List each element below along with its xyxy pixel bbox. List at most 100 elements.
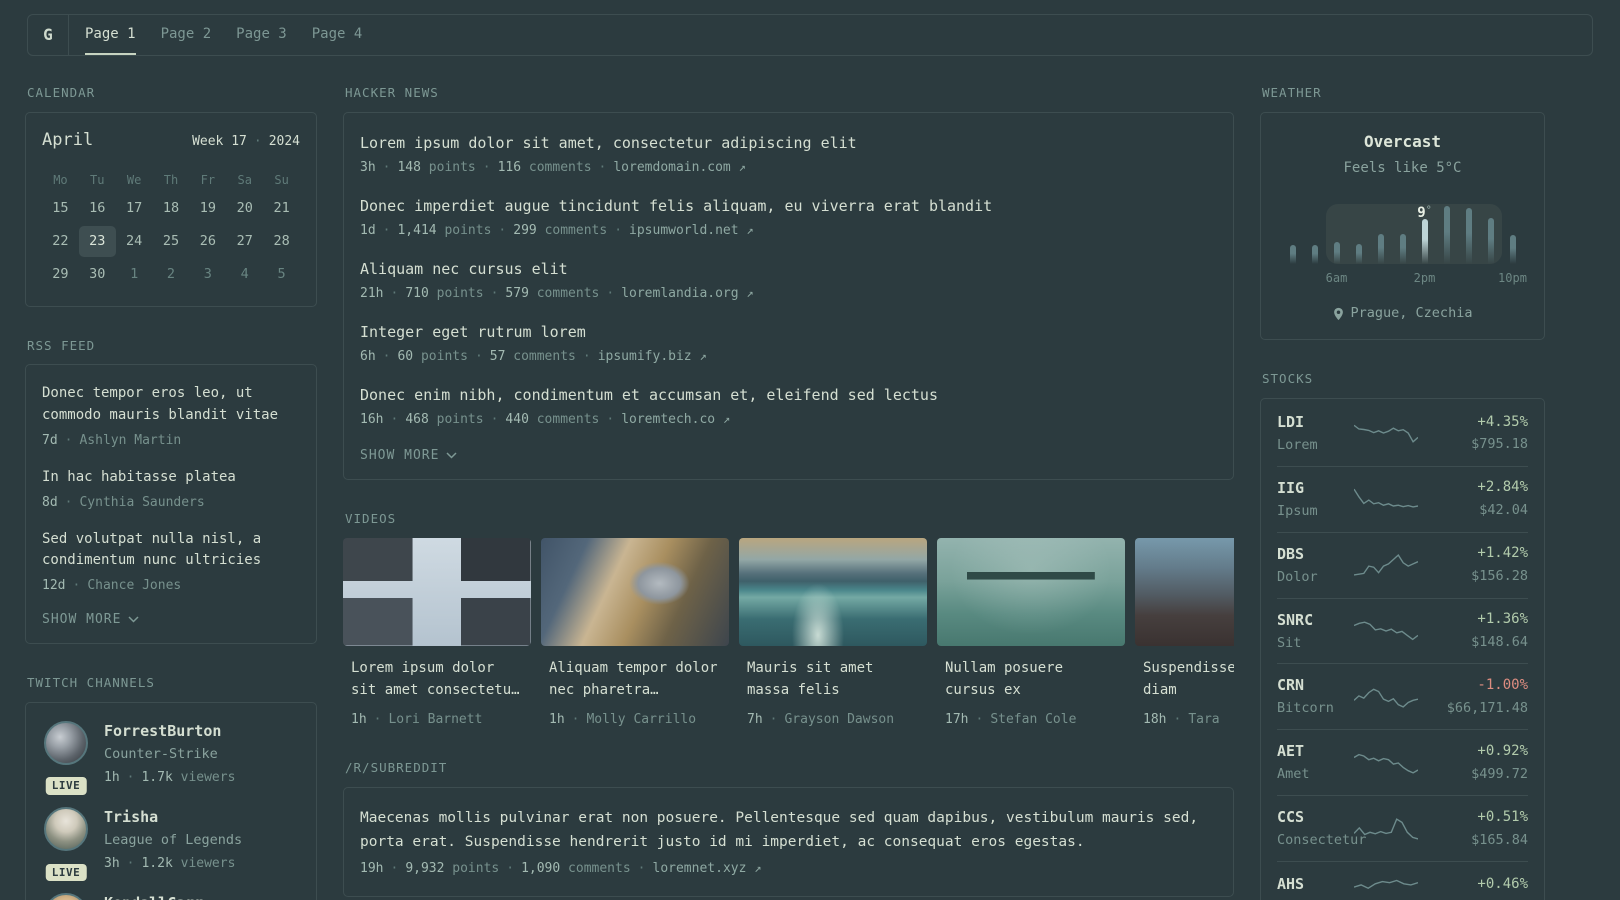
stock-values: +0.46%: [1434, 875, 1528, 898]
twitch-avatar-wrap: LIVE: [42, 892, 90, 900]
hn-domain-link[interactable]: loremdomain.com ↗: [613, 160, 745, 175]
stock-ticker: AHS: [1277, 875, 1305, 894]
calendar-day[interactable]: 18: [153, 193, 190, 224]
page-tab[interactable]: Page 4: [312, 15, 363, 55]
hn-story-link[interactable]: Aliquam nec cursus elit: [360, 259, 1217, 280]
rss-item-author: Chance Jones: [87, 578, 182, 594]
calendar-day[interactable]: 19: [189, 193, 226, 224]
hn-domain-link[interactable]: loremlandia.org ↗: [621, 286, 753, 301]
video-title[interactable]: Aliquam tempor dolor nec pharetra…: [541, 658, 729, 702]
live-badge: LIVE: [45, 777, 87, 795]
twitch-game[interactable]: League of Legends: [104, 831, 242, 850]
calendar-day[interactable]: 2: [153, 259, 190, 290]
calendar-day[interactable]: 4: [226, 259, 263, 290]
hn-domain: loremtech.co: [621, 412, 716, 428]
twitch-list: LIVE ForrestBurton Counter-Strike 1h · 1.7…: [42, 720, 300, 900]
page-tab[interactable]: Page 3: [236, 15, 287, 55]
stock-values: +4.35% $795.18: [1434, 413, 1528, 454]
calendar-day[interactable]: 30: [79, 259, 116, 290]
rss-item-title[interactable]: Donec tempor eros leo, ut commodo mauris…: [42, 383, 300, 426]
hn-domain-link[interactable]: ipsumworld.net ↗: [629, 223, 754, 238]
hn-story-link[interactable]: Integer eget rutrum lorem: [360, 322, 1217, 343]
page-tab[interactable]: Page 2: [161, 15, 212, 55]
stock-row[interactable]: CCS Consectetur +0.51% $165.84: [1277, 795, 1528, 861]
twitch-info: KendallCarr · viewers: [104, 893, 203, 900]
calendar-day[interactable]: 21: [263, 193, 300, 224]
hn-domain: ipsumworld.net: [629, 222, 739, 238]
stock-row[interactable]: LDI Lorem +4.35% $795.18: [1277, 401, 1528, 466]
calendar-day[interactable]: 28: [263, 226, 300, 257]
weather-location-row[interactable]: Prague, Czechia: [1281, 304, 1524, 323]
twitch-channel[interactable]: LIVE Trisha League of Legends 3h · 1.2k vi…: [42, 806, 300, 881]
subreddit-post-link[interactable]: Maecenas mollis pulvinar erat non posuer…: [360, 806, 1217, 855]
calendar-day[interactable]: 29: [42, 259, 79, 290]
twitch-channel[interactable]: LIVE KendallCarr · viewers: [42, 892, 300, 900]
twitch-channel[interactable]: LIVE ForrestBurton Counter-Strike 1h · 1.7…: [42, 720, 300, 795]
calendar-day[interactable]: 1: [116, 259, 153, 290]
page-tab[interactable]: Page 1: [85, 15, 136, 55]
stock-name: Amet: [1277, 766, 1310, 783]
stock-row[interactable]: IIG Ipsum +2.84% $42.04: [1277, 465, 1528, 532]
hn-story-link[interactable]: Donec imperdiet augue tincidunt felis al…: [360, 196, 1217, 217]
video-thumbnail[interactable]: [739, 537, 927, 646]
calendar-day[interactable]: 17: [116, 193, 153, 224]
app-logo[interactable]: G: [28, 15, 68, 55]
post-age: 19h: [360, 860, 384, 876]
calendar-day[interactable]: 26: [189, 226, 226, 257]
video-card[interactable]: Suspendisse diam 18h · Tara: [1135, 537, 1234, 729]
hn-domain-link[interactable]: ipsumify.biz ↗: [598, 349, 707, 364]
twitch-channel-name[interactable]: Trisha: [104, 807, 242, 828]
calendar-day[interactable]: 15: [42, 193, 79, 224]
stock-ticker: CRN: [1277, 676, 1305, 695]
video-title[interactable]: Lorem ipsum dolor sit amet consectetu…: [343, 658, 531, 702]
video-thumbnail[interactable]: [343, 537, 531, 646]
calendar-day[interactable]: 22: [42, 226, 79, 257]
video-title[interactable]: Suspendisse diam: [1135, 658, 1234, 702]
stock-row[interactable]: CRN Bitcorn -1.00% $66,171.48: [1277, 663, 1528, 729]
twitch-channel-name[interactable]: ForrestBurton: [104, 721, 235, 742]
rss-item-title[interactable]: In hac habitasse platea: [42, 467, 300, 489]
calendar-days: 15 16 17 18 19 20 21 22 23 24 25 26 27 28 29 30 1 2 3 4 5: [42, 193, 300, 290]
post-domain-link[interactable]: loremnet.xyz ↗: [653, 861, 762, 876]
separator-dot: ·: [637, 860, 646, 876]
calendar-day[interactable]: 23: [78, 225, 116, 257]
calendar-day[interactable]: 24: [116, 226, 153, 257]
separator-dot: ·: [571, 711, 580, 727]
stock-row[interactable]: AET Amet +0.92% $499.72: [1277, 729, 1528, 795]
stock-price: $795.18: [1471, 436, 1528, 453]
video-thumbnail[interactable]: [541, 537, 729, 646]
video-thumbnail[interactable]: [1135, 537, 1234, 646]
live-badge: LIVE: [45, 863, 87, 881]
video-card[interactable]: Nullam posuere cursus ex 17h · Stefan Cole: [937, 537, 1125, 729]
stock-row[interactable]: SNRC Sit +1.36% $148.64: [1277, 597, 1528, 664]
video-thumbnail[interactable]: [937, 537, 1125, 646]
video-card[interactable]: Lorem ipsum dolor sit amet consectetu… 1…: [343, 537, 531, 729]
twitch-game[interactable]: Counter-Strike: [104, 745, 235, 764]
video-card[interactable]: Aliquam tempor dolor nec pharetra… 1h · Mo…: [541, 537, 729, 729]
calendar-day[interactable]: 5: [263, 259, 300, 290]
video-card[interactable]: Mauris sit amet massa felis 7h · Grayson D…: [739, 537, 927, 729]
stock-price: $499.72: [1471, 765, 1528, 782]
separator-dot: ·: [490, 412, 499, 428]
hn-show-more-button[interactable]: SHOW MORE: [360, 448, 457, 463]
points-label: points: [420, 349, 468, 365]
stock-change: +2.84%: [1477, 479, 1528, 496]
calendar-day[interactable]: 20: [226, 193, 263, 224]
hn-story-link[interactable]: Lorem ipsum dolor sit amet, consectetur …: [360, 133, 1217, 154]
hn-story-link[interactable]: Donec enim nibh, condimentum et accumsan…: [360, 385, 1217, 406]
stock-ticker: AET: [1277, 742, 1305, 761]
calendar-day[interactable]: 16: [79, 193, 116, 224]
calendar-day[interactable]: 27: [226, 226, 263, 257]
stock-row[interactable]: DBS Dolor +1.42% $156.28: [1277, 531, 1528, 598]
twitch-channel-name[interactable]: KendallCarr: [104, 893, 203, 900]
weather-bar: [1333, 242, 1340, 265]
separator-dot: ·: [598, 159, 607, 175]
rss-item-title[interactable]: Sed volutpat nulla nisl, a condimentum n…: [42, 529, 300, 572]
rss-show-more-button[interactable]: SHOW MORE: [42, 612, 139, 627]
stock-row[interactable]: AHS +0.46%: [1277, 861, 1528, 900]
calendar-day[interactable]: 25: [153, 226, 190, 257]
hn-domain-link[interactable]: loremtech.co ↗: [621, 412, 730, 427]
calendar-day[interactable]: 3: [189, 259, 226, 290]
video-title[interactable]: Nullam posuere cursus ex: [937, 658, 1125, 702]
video-title[interactable]: Mauris sit amet massa felis: [739, 658, 927, 702]
